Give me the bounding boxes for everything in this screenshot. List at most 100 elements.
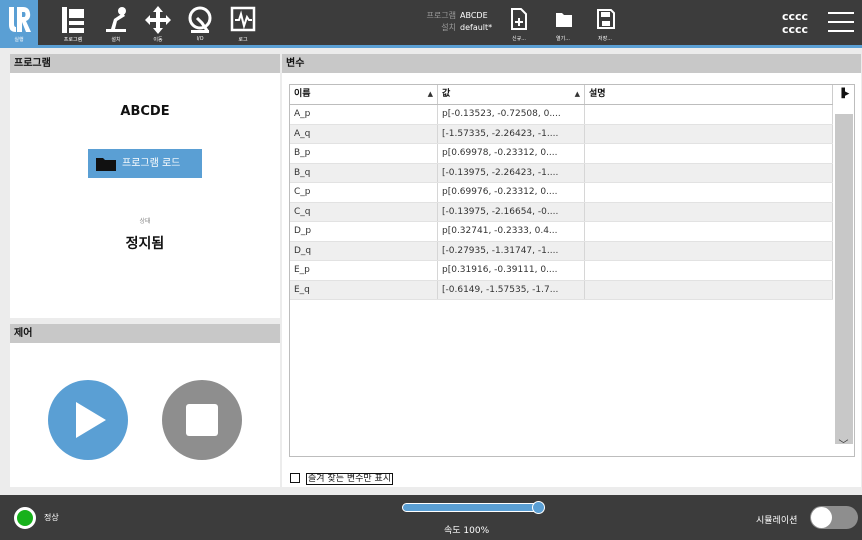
open-button-label: 열기... — [556, 36, 570, 42]
open-button[interactable]: 열기... — [548, 5, 578, 45]
table-row[interactable]: D_p p[0.32741, -0.2333, 0.4... — [290, 222, 833, 242]
nav-install-label: 설치 — [111, 37, 121, 43]
control-panel-title: 제어 — [10, 324, 280, 343]
save-button[interactable]: 저장... — [590, 5, 620, 45]
cell-value: [-0.27935, -1.31747, -1.... — [438, 241, 585, 260]
favorites-label: 즐겨 찾는 변수만 표시 — [306, 473, 394, 485]
cell-description — [585, 124, 833, 143]
move-arrows-icon — [145, 6, 171, 34]
nav-move-label: 이동 — [153, 37, 163, 43]
cell-description — [585, 241, 833, 260]
state-value: 정지됨 — [125, 236, 165, 252]
nav-run-tab[interactable]: 실행 — [0, 0, 38, 45]
program-panel-title: 프로그램 — [10, 54, 280, 73]
cell-description — [585, 261, 833, 280]
table-row[interactable]: D_q [-0.27935, -1.31747, -1.... — [290, 241, 833, 261]
cell-value: p[-0.13523, -0.72508, 0.... — [438, 105, 585, 124]
load-program-button[interactable]: 프로그램 로드 — [88, 149, 202, 178]
scrollbar-track[interactable] — [835, 114, 853, 444]
simulation-label: 시뮬레이션 — [756, 516, 798, 526]
column-header-description[interactable]: 설명 — [585, 85, 833, 104]
column-header-value-label: 값 — [442, 89, 451, 99]
column-toggle-icon[interactable]: ▐▸ — [833, 85, 854, 104]
folder-icon — [96, 158, 116, 171]
cell-value: p[0.32741, -0.2333, 0.4... — [438, 222, 585, 241]
robot-arm-icon — [106, 7, 126, 32]
table-row[interactable]: E_q [-0.6149, -1.57535, -1.7... — [290, 280, 833, 300]
nav-log-tab[interactable]: 로그 — [224, 0, 262, 45]
new-button[interactable]: 신규... — [504, 5, 534, 45]
install-meta-key: 설치 — [441, 23, 456, 32]
cell-name: D_q — [290, 241, 438, 260]
program-meta: 프로그램 ABCDE 설치 default* — [414, 10, 493, 34]
user-line-1: cccc — [782, 10, 809, 23]
stop-button[interactable] — [162, 380, 242, 460]
cell-name: B_p — [290, 144, 438, 163]
simulation-toggle-knob[interactable] — [811, 507, 832, 528]
nav-io-label: I/O — [196, 36, 204, 42]
table-row[interactable]: C_p p[0.69976, -0.23312, 0.... — [290, 183, 833, 203]
cell-name: C_p — [290, 183, 438, 202]
scroll-down-icon[interactable]: ﹀ — [833, 436, 854, 451]
save-button-label: 저장... — [598, 36, 612, 42]
cell-value: [-0.13975, -2.16654, -0.... — [438, 202, 585, 221]
folder-icon — [556, 13, 572, 27]
table-row[interactable]: B_p p[0.69978, -0.23312, 0.... — [290, 144, 833, 164]
nav-program-tab[interactable]: 프로그램 — [54, 0, 92, 45]
cell-value: [-1.57335, -2.26423, -1.... — [438, 124, 585, 143]
status-indicator-icon[interactable] — [14, 507, 36, 529]
cell-value: p[0.69978, -0.23312, 0.... — [438, 144, 585, 163]
table-row[interactable]: A_p p[-0.13523, -0.72508, 0.... — [290, 105, 833, 125]
io-icon — [188, 6, 212, 33]
nav-log-label: 로그 — [238, 37, 248, 43]
speed-slider-knob[interactable] — [532, 501, 545, 514]
play-button[interactable] — [48, 380, 128, 460]
nav-io-tab[interactable]: I/O — [181, 0, 219, 45]
table-scrollbar[interactable]: ︿ ﹀ — [833, 104, 854, 456]
play-icon — [76, 402, 106, 438]
cell-name: B_q — [290, 163, 438, 182]
new-button-label: 신규... — [512, 36, 526, 42]
simulation-toggle[interactable] — [810, 506, 858, 529]
cell-name: D_p — [290, 222, 438, 241]
cell-description — [585, 280, 833, 299]
table-row[interactable]: B_q [-0.13975, -2.26423, -1.... — [290, 163, 833, 183]
sort-up-icon: ▲ — [427, 90, 433, 98]
table-row[interactable]: A_q [-1.57335, -2.26423, -1.... — [290, 124, 833, 144]
favorites-only-option[interactable]: 즐겨 찾는 변수만 표시 — [290, 471, 394, 485]
stop-icon — [186, 404, 218, 436]
cell-description — [585, 222, 833, 241]
table-row[interactable]: C_q [-0.13975, -2.16654, -0.... — [290, 202, 833, 222]
program-icon — [62, 7, 84, 33]
log-icon — [230, 6, 256, 32]
new-file-icon — [511, 8, 527, 30]
cell-description — [585, 105, 833, 124]
cell-name: E_q — [290, 280, 438, 299]
nav-move-tab[interactable]: 이동 — [139, 0, 177, 45]
favorites-checkbox[interactable] — [290, 472, 300, 483]
cell-description — [585, 144, 833, 163]
nav-install-tab[interactable]: 설치 — [97, 0, 135, 45]
column-header-name[interactable]: 이름 ▲ — [290, 85, 438, 104]
cell-value: p[0.69976, -0.23312, 0.... — [438, 183, 585, 202]
status-text: 정상 — [44, 513, 59, 522]
cell-description — [585, 163, 833, 182]
cell-name: A_p — [290, 105, 438, 124]
cell-value: p[0.31916, -0.39111, 0.... — [438, 261, 585, 280]
hamburger-menu-icon[interactable] — [828, 12, 854, 34]
nav-run-label: 실행 — [14, 37, 24, 43]
column-header-value[interactable]: 값 ▲ — [438, 85, 585, 104]
cell-value: [-0.6149, -1.57535, -1.7... — [438, 280, 585, 299]
variables-panel-title: 변수 — [282, 54, 861, 73]
cell-description — [585, 202, 833, 221]
user-line-2: cccc — [782, 23, 809, 36]
state-label: 상태 — [139, 218, 151, 225]
save-icon — [597, 9, 615, 29]
cell-name: E_p — [290, 261, 438, 280]
bottom-bar: 정상 속도 100% 시뮬레이션 — [0, 495, 862, 540]
column-header-description-label: 설명 — [589, 89, 606, 99]
table-row[interactable]: E_p p[0.31916, -0.39111, 0.... — [290, 261, 833, 281]
cell-value: [-0.13975, -2.26423, -1.... — [438, 163, 585, 182]
variables-table: 이름 ▲ 값 ▲ 설명 ▐▸ A_p p[-0.13523, -0.72508, 0.… — [289, 84, 855, 457]
speed-slider[interactable] — [402, 501, 545, 514]
